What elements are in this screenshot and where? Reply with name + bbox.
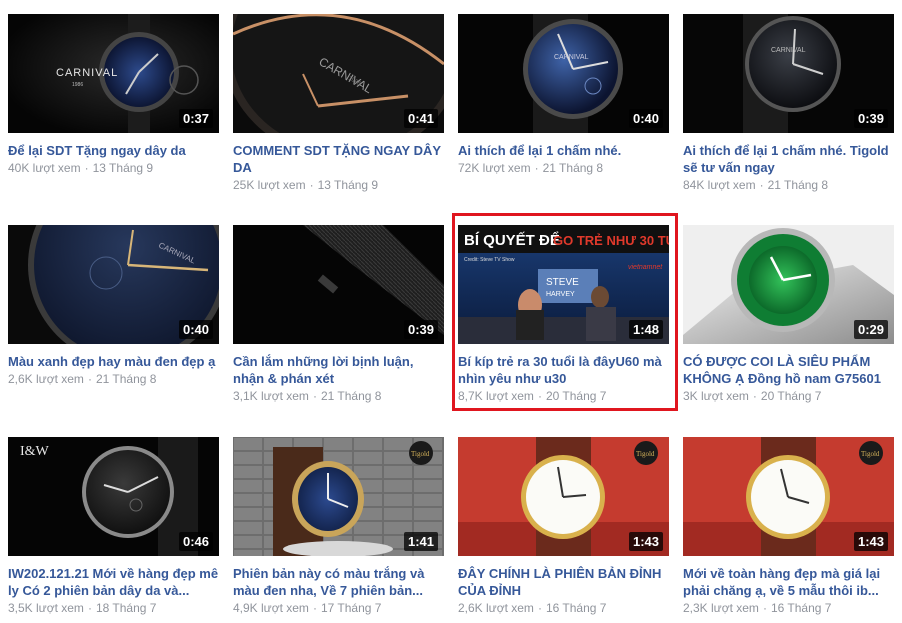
- upload-date: 20 Tháng 7: [545, 389, 607, 403]
- video-meta: 3,1K lượt xem · 21 Tháng 8: [233, 389, 382, 403]
- duration-badge: 1:48: [628, 320, 663, 339]
- video-title[interactable]: ĐÂY CHÍNH LÀ PHIÊN BẢN ĐỈNH CỦA ĐỈNH: [458, 565, 669, 599]
- brand-sub: 1986: [72, 82, 83, 88]
- video-meta: 4,9K lượt xem · 17 Tháng 7: [233, 601, 382, 615]
- video-thumbnail[interactable]: 0:39: [233, 225, 444, 344]
- upload-date: 13 Tháng 9: [317, 178, 379, 192]
- video-title[interactable]: Mới về toàn hàng đẹp mà giá lại phải chă…: [683, 565, 894, 599]
- view-count: 2,6K lượt xem: [458, 601, 534, 615]
- video-meta: 2,6K lượt xem · 21 Tháng 8: [8, 372, 157, 386]
- video-thumbnail[interactable]: CARNIVAL 0:40: [458, 14, 669, 133]
- brand-text: CARNIVAL: [771, 47, 806, 54]
- video-title[interactable]: CÓ ĐƯỢC COI LÀ SIÊU PHẨM KHÔNG Ạ Đồng hồ…: [683, 353, 894, 387]
- video-card[interactable]: Tigold 1:41 Phiên bản này có màu trắng v…: [233, 437, 444, 616]
- video-meta: 84K lượt xem · 21 Tháng 8: [683, 178, 829, 192]
- banner-text-red: GO TRẺ NHƯ 30 TUỔI: [553, 233, 669, 248]
- video-thumbnail[interactable]: Tigold 1:43: [458, 437, 669, 556]
- video-meta: 8,7K lượt xem · 20 Tháng 7: [458, 389, 607, 403]
- video-meta: 3,5K lượt xem · 18 Tháng 7: [8, 601, 157, 615]
- show-logo-bottom: HARVEY: [546, 291, 575, 298]
- video-thumbnail[interactable]: CARNIVAL 1986 0:41: [233, 14, 444, 133]
- upload-date: 17 Tháng 7: [320, 601, 382, 615]
- view-count: 3,5K lượt xem: [8, 601, 84, 615]
- brand-text: Tigold: [411, 450, 430, 458]
- view-count: 3,1K lượt xem: [233, 389, 309, 403]
- video-card[interactable]: CARNIVAL 1986 0:41 COMMENT SDT TẶNG NGAY…: [233, 14, 444, 193]
- view-count: 25K lượt xem: [233, 178, 306, 192]
- upload-date: 16 Tháng 7: [770, 601, 832, 615]
- upload-date: 21 Tháng 8: [95, 372, 157, 386]
- view-count: 2,3K lượt xem: [683, 601, 759, 615]
- video-title[interactable]: COMMENT SDT TẶNG NGAY DÂY DA: [233, 142, 444, 176]
- banner-text-white: BÍ QUYẾT ĐỂ: [464, 231, 560, 249]
- duration-badge: 0:39: [403, 320, 438, 339]
- video-card[interactable]: CARNIVAL 0:40 Màu xanh đẹp hay màu đen đ…: [8, 225, 219, 387]
- duration-badge: 0:41: [403, 109, 438, 128]
- video-title[interactable]: Màu xanh đẹp hay màu đen đẹp ạ: [8, 353, 219, 370]
- video-card[interactable]: 0:39 Cần lắm những lời bịnh luận, nhận &…: [233, 225, 444, 404]
- video-meta: 3K lượt xem · 20 Tháng 7: [683, 389, 822, 403]
- duration-badge: 0:40: [178, 320, 213, 339]
- brand-text: Tigold: [861, 450, 880, 458]
- brand-text: CARNIVAL: [554, 54, 589, 61]
- video-card[interactable]: CARNIVAL 0:40 Ai thích để lại 1 chấm nhé…: [458, 14, 669, 176]
- video-title[interactable]: Ai thích để lại 1 chấm nhé. Tigold sẽ tư…: [683, 142, 894, 176]
- duration-badge: 1:41: [403, 532, 438, 551]
- video-card[interactable]: Tigold 1:43 Mới về toàn hàng đẹp mà giá …: [683, 437, 894, 616]
- show-logo-top: STEVE: [546, 277, 579, 288]
- channel-logo: vietnamnet: [628, 264, 663, 271]
- upload-date: 21 Tháng 8: [542, 161, 604, 175]
- duration-badge: 1:43: [628, 532, 663, 551]
- video-meta: 40K lượt xem · 13 Tháng 9: [8, 161, 154, 175]
- video-meta: 2,3K lượt xem · 16 Tháng 7: [683, 601, 832, 615]
- video-thumbnail[interactable]: I&W 0:46: [8, 437, 219, 556]
- video-card[interactable]: I&W 0:46 IW202.121.21 Mới về hàng đẹp mê…: [8, 437, 219, 616]
- video-title[interactable]: Để lại SDT Tặng ngay dây da: [8, 142, 219, 159]
- upload-date: 16 Tháng 7: [545, 601, 607, 615]
- brand-text: Tigold: [636, 450, 655, 458]
- video-thumbnail[interactable]: BÍ QUYẾT ĐỂ GO TRẺ NHƯ 30 TUỔI Credit: S…: [458, 225, 669, 344]
- video-title[interactable]: Phiên bản này có màu trắng và màu đen nh…: [233, 565, 444, 599]
- brand-text: CARNIVAL: [56, 67, 118, 79]
- video-title[interactable]: Bí kíp trẻ ra 30 tuổi là đâyU60 mà nhìn …: [458, 353, 669, 387]
- upload-date: 20 Tháng 7: [760, 389, 822, 403]
- video-thumbnail[interactable]: CARNIVAL 1986 0:37: [8, 14, 219, 133]
- video-meta: 25K lượt xem · 13 Tháng 9: [233, 178, 379, 192]
- video-grid: CARNIVAL 1986 0:37 Để lại SDT Tặng ngay …: [0, 0, 902, 623]
- view-count: 72K lượt xem: [458, 161, 531, 175]
- upload-date: 21 Tháng 8: [320, 389, 382, 403]
- video-meta: 72K lượt xem · 21 Tháng 8: [458, 161, 604, 175]
- upload-date: 18 Tháng 7: [95, 601, 157, 615]
- video-card[interactable]: Tigold 1:43 ĐÂY CHÍNH LÀ PHIÊN BẢN ĐỈNH …: [458, 437, 669, 616]
- video-thumbnail[interactable]: Tigold 1:41: [233, 437, 444, 556]
- video-card[interactable]: 0:29 CÓ ĐƯỢC COI LÀ SIÊU PHẨM KHÔNG Ạ Đồ…: [683, 225, 894, 404]
- duration-badge: 0:46: [178, 532, 213, 551]
- duration-badge: 0:29: [853, 320, 888, 339]
- duration-badge: 0:37: [178, 109, 213, 128]
- video-thumbnail[interactable]: Tigold 1:43: [683, 437, 894, 556]
- duration-badge: 0:39: [853, 109, 888, 128]
- video-thumbnail[interactable]: CARNIVAL 0:39: [683, 14, 894, 133]
- video-title[interactable]: IW202.121.21 Mới về hàng đẹp mê ly Có 2 …: [8, 565, 219, 599]
- duration-badge: 0:40: [628, 109, 663, 128]
- view-count: 40K lượt xem: [8, 161, 81, 175]
- brand-text: I&W: [20, 444, 50, 459]
- upload-date: 21 Tháng 8: [767, 178, 829, 192]
- video-card[interactable]: CARNIVAL 0:39 Ai thích để lại 1 chấm nhé…: [683, 14, 894, 193]
- duration-badge: 1:43: [853, 532, 888, 551]
- view-count: 2,6K lượt xem: [8, 372, 84, 386]
- view-count: 84K lượt xem: [683, 178, 756, 192]
- video-thumbnail[interactable]: CARNIVAL 0:40: [8, 225, 219, 344]
- upload-date: 13 Tháng 9: [92, 161, 154, 175]
- video-title[interactable]: Ai thích để lại 1 chấm nhé.: [458, 142, 669, 159]
- view-count: 3K lượt xem: [683, 389, 749, 403]
- credit-text: Credit: Steve TV Show: [464, 257, 515, 263]
- video-card[interactable]: BÍ QUYẾT ĐỂ GO TRẺ NHƯ 30 TUỔI Credit: S…: [458, 225, 669, 404]
- video-thumbnail[interactable]: 0:29: [683, 225, 894, 344]
- video-card[interactable]: CARNIVAL 1986 0:37 Để lại SDT Tặng ngay …: [8, 14, 219, 176]
- video-title[interactable]: Cần lắm những lời bịnh luận, nhận & phán…: [233, 353, 444, 387]
- view-count: 4,9K lượt xem: [233, 601, 309, 615]
- view-count: 8,7K lượt xem: [458, 389, 534, 403]
- video-meta: 2,6K lượt xem · 16 Tháng 7: [458, 601, 607, 615]
